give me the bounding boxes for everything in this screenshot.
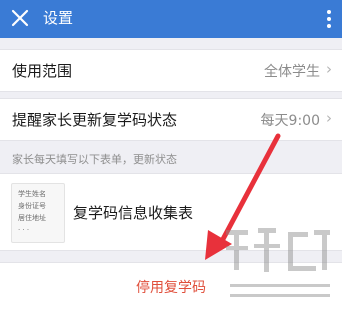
watermark-logo [226, 228, 330, 297]
